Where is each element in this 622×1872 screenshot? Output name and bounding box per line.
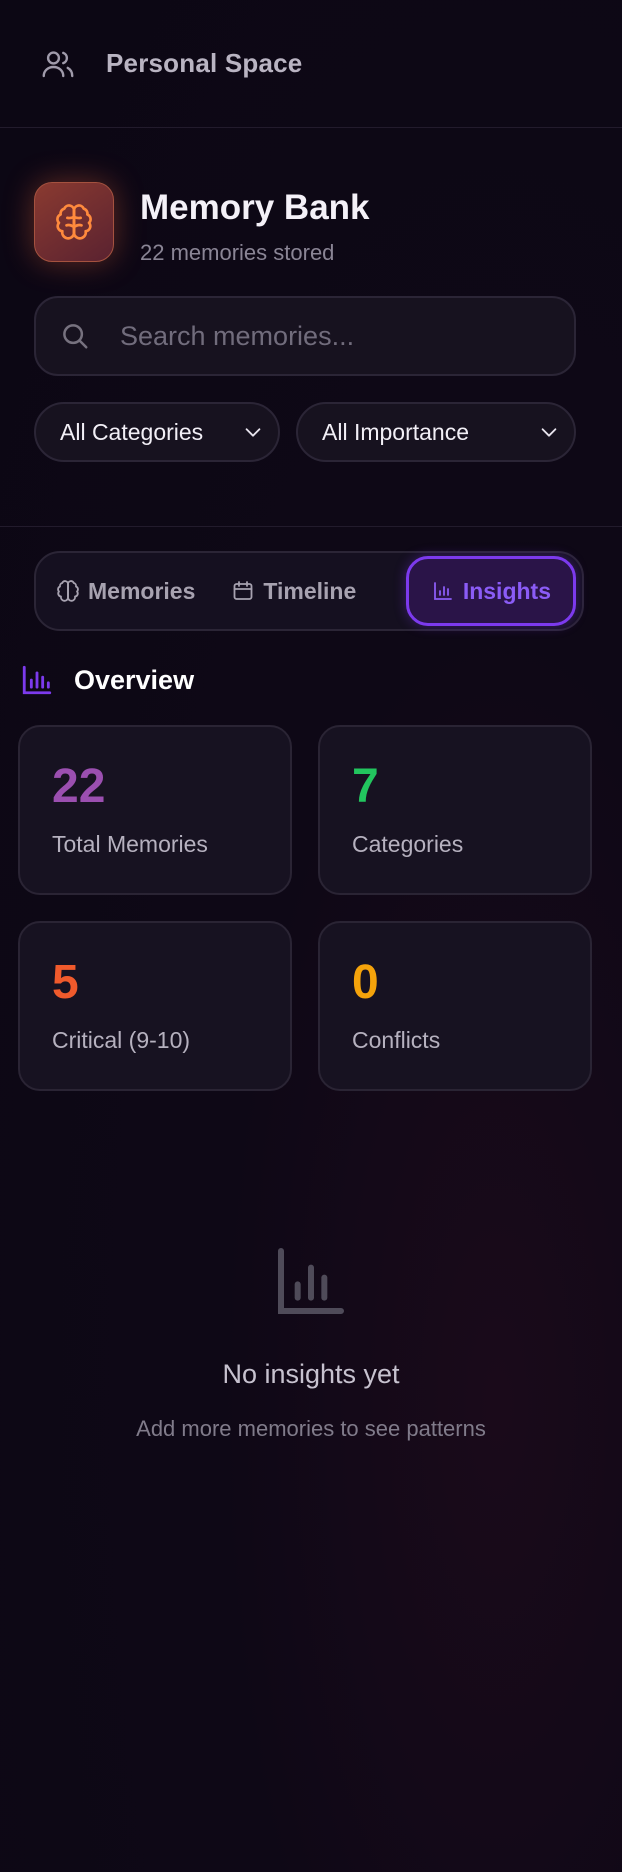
memory-bank-header: Memory Bank 22 memories stored xyxy=(34,182,588,266)
category-filter-value: All Categories xyxy=(60,418,204,445)
stat-value: 5 xyxy=(52,956,79,1009)
stat-card-critical: 5 Critical (9-10) xyxy=(18,921,292,1091)
overview-header: Overview xyxy=(0,663,622,697)
page-title: Memory Bank xyxy=(140,188,370,227)
tab-memories-label: Memories xyxy=(88,577,196,604)
chevron-down-icon xyxy=(541,428,557,437)
bar-chart-icon xyxy=(433,582,452,600)
stat-value: 0 xyxy=(352,956,379,1009)
view-tabs-container: Memories Timeline Insights xyxy=(0,527,622,631)
tab-timeline-label: Timeline xyxy=(263,577,357,604)
stat-card-conflicts: 0 Conflicts xyxy=(318,921,592,1091)
empty-state: No insights yet Add more memories to see… xyxy=(0,1241,622,1442)
stats-grid: 22 Total Memories 7 Categories 5 Critica… xyxy=(0,725,622,1091)
view-tabs: Memories Timeline Insights xyxy=(34,551,584,631)
memory-bank-panel: Memory Bank 22 memories stored All Categ… xyxy=(0,128,622,527)
stat-value: 7 xyxy=(352,760,379,813)
stat-label: Categories xyxy=(352,831,464,857)
search-icon xyxy=(63,324,88,349)
tab-insights-label: Insights xyxy=(462,577,551,604)
stat-label: Conflicts xyxy=(352,1027,441,1053)
calendar-icon xyxy=(233,581,253,600)
category-filter-select[interactable]: All Categories xyxy=(34,402,280,462)
overview-title: Overview xyxy=(74,664,195,695)
memory-count: 22 memories stored xyxy=(140,240,335,265)
search-input[interactable] xyxy=(120,320,520,352)
users-icon xyxy=(42,50,74,77)
bar-chart-icon xyxy=(22,665,52,695)
stat-card-total-memories: 22 Total Memories xyxy=(18,725,292,895)
filter-row: All Categories All Importance xyxy=(34,402,588,462)
chevron-down-icon xyxy=(245,428,261,437)
importance-filter-value: All Importance xyxy=(322,418,470,445)
tab-memories[interactable]: Memories xyxy=(42,558,209,624)
stat-label: Total Memories xyxy=(52,831,208,857)
brain-icon xyxy=(56,204,92,240)
stat-card-categories: 7 Categories xyxy=(318,725,592,895)
stat-value: 22 xyxy=(52,760,106,813)
brain-icon xyxy=(57,580,79,602)
workspace-title[interactable]: Personal Space xyxy=(106,48,302,79)
stat-label: Critical (9-10) xyxy=(52,1027,191,1053)
tab-insights[interactable]: Insights xyxy=(405,556,576,626)
search-bar[interactable] xyxy=(34,296,576,376)
importance-filter-select[interactable]: All Importance xyxy=(296,402,576,462)
app-header: Personal Space xyxy=(0,0,622,128)
bar-chart-icon xyxy=(278,1248,344,1314)
brain-badge xyxy=(34,182,114,262)
empty-state-subtitle: Add more memories to see patterns xyxy=(136,1416,486,1441)
empty-state-title: No insights yet xyxy=(222,1359,400,1389)
tab-timeline[interactable]: Timeline xyxy=(217,558,370,624)
